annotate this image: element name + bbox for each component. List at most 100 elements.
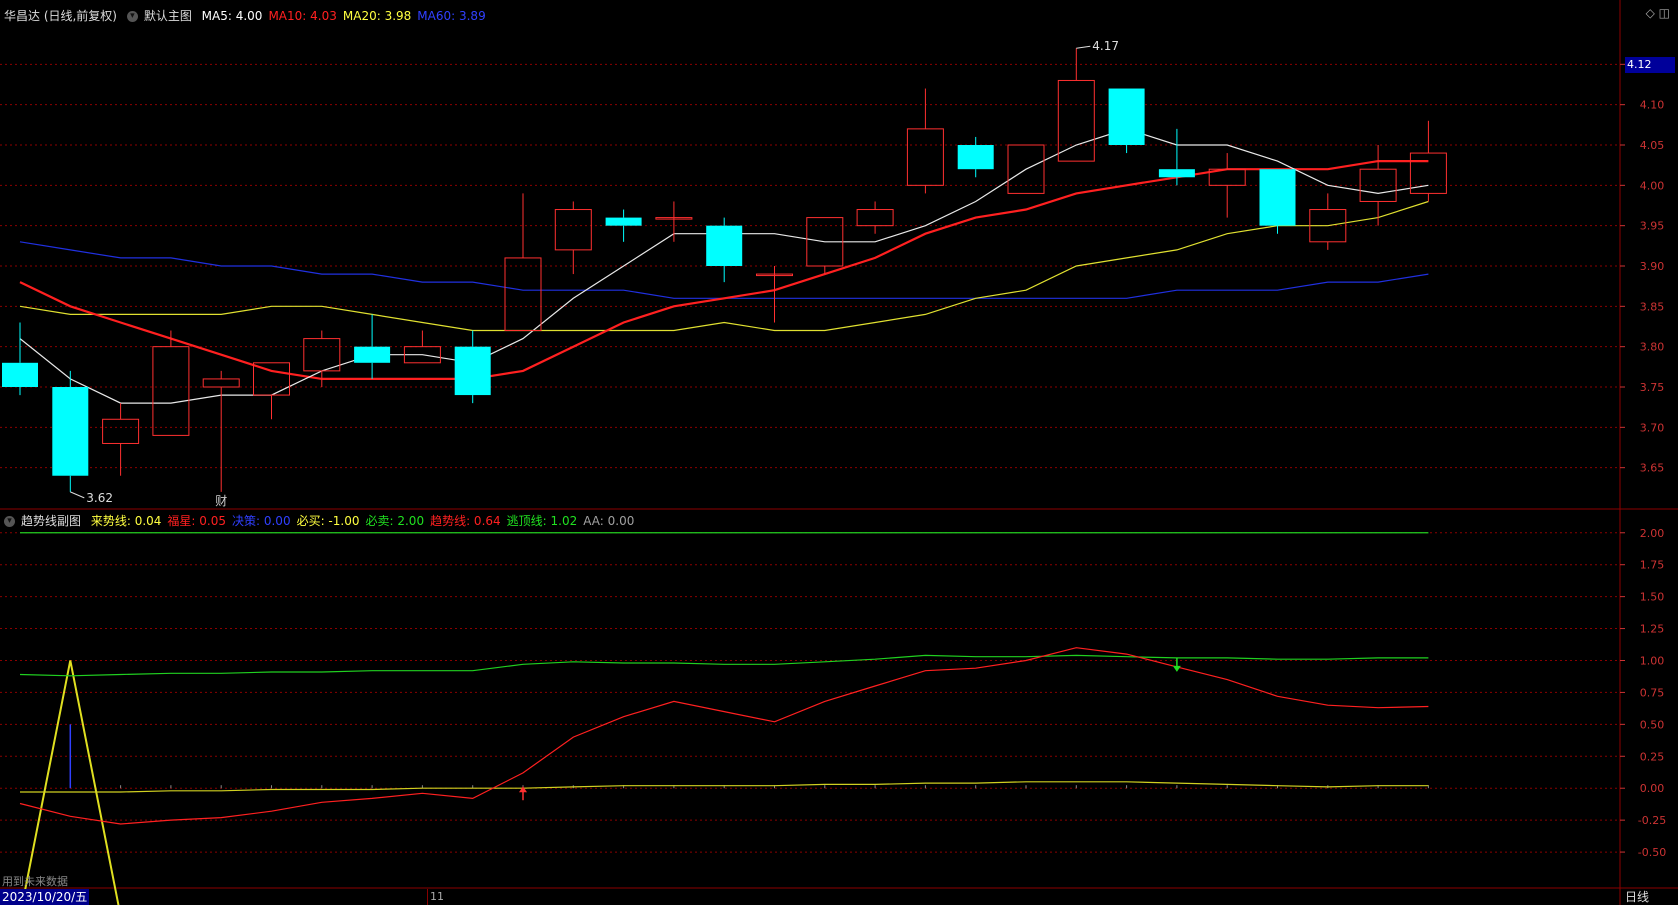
main-tick-label: 3.65 bbox=[1640, 462, 1665, 475]
sell-arrow-head bbox=[1172, 665, 1181, 672]
sub-title[interactable]: 趋势线副图 bbox=[21, 514, 81, 528]
sub-tick-label: -0.25 bbox=[1638, 814, 1666, 827]
restore-icon[interactable]: ◫ bbox=[1659, 6, 1670, 20]
candle bbox=[1108, 88, 1145, 154]
sub-tick-label: 0.25 bbox=[1640, 750, 1665, 763]
candle-body bbox=[303, 338, 341, 372]
sub-tick-label: 0.00 bbox=[1640, 782, 1665, 795]
ma-label-0: MA5: 4.00 bbox=[201, 9, 263, 23]
candle-body bbox=[102, 418, 140, 444]
ma-label-3: MA60: 3.89 bbox=[417, 9, 486, 23]
main-annotations: 4.17 3.62 财 bbox=[70, 39, 1119, 508]
sub-tick-label: 0.75 bbox=[1640, 686, 1665, 699]
main-tick-label: 3.75 bbox=[1640, 381, 1665, 394]
candle bbox=[454, 330, 491, 404]
sub-tick-label: 1.00 bbox=[1640, 654, 1665, 667]
candle-body bbox=[354, 346, 391, 363]
main-tick-label: 4.05 bbox=[1640, 139, 1665, 152]
sub-value-axis: -0.50 -0.25 0.00 0.25 0.50 0.75 1.00 1.25 1.50 1.… bbox=[1620, 527, 1666, 859]
candle-body bbox=[2, 362, 38, 387]
main-tick-label: 3.85 bbox=[1640, 300, 1665, 313]
candle bbox=[504, 193, 542, 332]
main-price-axis: 3.65 3.70 3.75 3.80 3.85 3.90 3.95 4.00 4.05 4.10… bbox=[1620, 58, 1665, 475]
candle-body bbox=[1259, 169, 1296, 226]
future-data-note: 用到未来数据 bbox=[2, 875, 68, 888]
candle bbox=[354, 314, 391, 379]
annotation-pointer bbox=[70, 491, 85, 499]
main-tick-label: 3.95 bbox=[1640, 220, 1665, 233]
candle-body bbox=[1108, 88, 1145, 145]
template-toggle-icon[interactable]: ▾ bbox=[126, 11, 138, 22]
candle bbox=[605, 209, 642, 242]
candle bbox=[554, 201, 592, 275]
annotation-label: 财 bbox=[215, 494, 227, 508]
sub-tick-label: 1.25 bbox=[1640, 623, 1665, 636]
sub-tick-label: 2.00 bbox=[1640, 527, 1665, 540]
annotation-pointer bbox=[1076, 45, 1091, 49]
sub-tick-label: -0.50 bbox=[1638, 846, 1666, 859]
main-tick-label: 4.10 bbox=[1640, 99, 1665, 112]
candle-body bbox=[856, 209, 894, 227]
sub-grid bbox=[0, 532, 1620, 853]
sub-chart-header: ▾ 趋势线副图 来势线: 0.04 福星: 0.05 决策: 0.00 必买: -1.0… bbox=[4, 513, 646, 529]
candle bbox=[957, 136, 994, 178]
diamond-icon[interactable]: ◇ bbox=[1646, 6, 1655, 20]
chart-stage[interactable]: 4.17 3.62 财 3.65 3.70 3.75 3.80 3.85 3.90 3.95 4.… bbox=[0, 0, 1678, 905]
sub-label-3: 必买: -1.00 bbox=[296, 514, 360, 528]
ma-label-1: MA10: 4.03 bbox=[268, 9, 337, 23]
cursor-date: 2023/10/20/五 bbox=[0, 889, 90, 905]
sub-label-4: 必卖: 2.00 bbox=[365, 514, 425, 528]
candle bbox=[1309, 193, 1347, 250]
annotation-label: 3.62 bbox=[86, 491, 113, 505]
candle bbox=[806, 217, 844, 275]
candle bbox=[1259, 169, 1296, 234]
sub-legend: 来势线: 0.04 福星: 0.05 决策: 0.00 必买: -1.00 必卖: 2.… bbox=[91, 514, 641, 528]
main-candles bbox=[2, 48, 1447, 492]
sub-label-2: 决策: 0.00 bbox=[232, 514, 291, 528]
candle bbox=[202, 370, 240, 492]
window-controls: ◇ ◫ bbox=[1646, 6, 1670, 20]
candle-body bbox=[957, 145, 994, 170]
candle-body bbox=[1057, 79, 1095, 162]
candle bbox=[706, 217, 743, 283]
candle bbox=[102, 403, 140, 476]
sub-toggle-icon[interactable]: ▾ bbox=[4, 516, 15, 527]
candle-body bbox=[706, 225, 743, 266]
candle bbox=[756, 266, 793, 323]
sub-label-7: AA: 0.00 bbox=[583, 514, 635, 528]
candle bbox=[1208, 153, 1246, 218]
sub-tick-label: 1.75 bbox=[1640, 559, 1665, 572]
candle bbox=[906, 88, 944, 194]
candle-body bbox=[1158, 169, 1195, 178]
candle-body bbox=[504, 257, 542, 332]
main-grid bbox=[0, 0, 1678, 905]
candle-body bbox=[906, 128, 944, 186]
last-price-tag: 4.12 bbox=[1625, 57, 1675, 73]
candle bbox=[856, 201, 894, 234]
sub-label-6: 逃顶线: 1.02 bbox=[506, 514, 578, 528]
candle bbox=[2, 322, 38, 396]
candle-body bbox=[605, 217, 642, 226]
annotation-label: 4.17 bbox=[1092, 39, 1119, 53]
sub-label-1: 福星: 0.05 bbox=[167, 514, 226, 528]
escape-top-line bbox=[19, 654, 1429, 677]
ma-legend: MA5: 4.00 MA10: 4.03 MA20: 3.98 MA60: 3.89 bbox=[202, 9, 492, 23]
candle bbox=[655, 201, 693, 242]
buy-arrow-head bbox=[519, 786, 527, 793]
candle bbox=[152, 330, 190, 436]
template-name[interactable]: 默认主图 bbox=[144, 9, 192, 23]
main-tick-label: 4.00 bbox=[1640, 179, 1665, 192]
sub-tick-label: 1.50 bbox=[1640, 591, 1665, 604]
stock-title[interactable]: 华昌达 (日线,前复权) bbox=[4, 9, 117, 23]
period-label[interactable]: 日线 bbox=[1625, 889, 1649, 905]
main-chart-header: 华昌达 (日线,前复权) ▾ 默认主图 MA5: 4.00 MA10: 4.03 MA… bbox=[4, 8, 498, 24]
candle-body bbox=[454, 346, 491, 396]
candle-body bbox=[202, 378, 240, 388]
sub-tick-label: 0.50 bbox=[1640, 718, 1665, 731]
candle bbox=[1158, 128, 1195, 186]
candle-body bbox=[52, 387, 89, 476]
candle bbox=[403, 330, 441, 364]
candle-body bbox=[554, 209, 592, 251]
main-tick-label: 3.80 bbox=[1640, 341, 1665, 354]
sub-label-5: 趋势线: 0.64 bbox=[430, 514, 501, 528]
